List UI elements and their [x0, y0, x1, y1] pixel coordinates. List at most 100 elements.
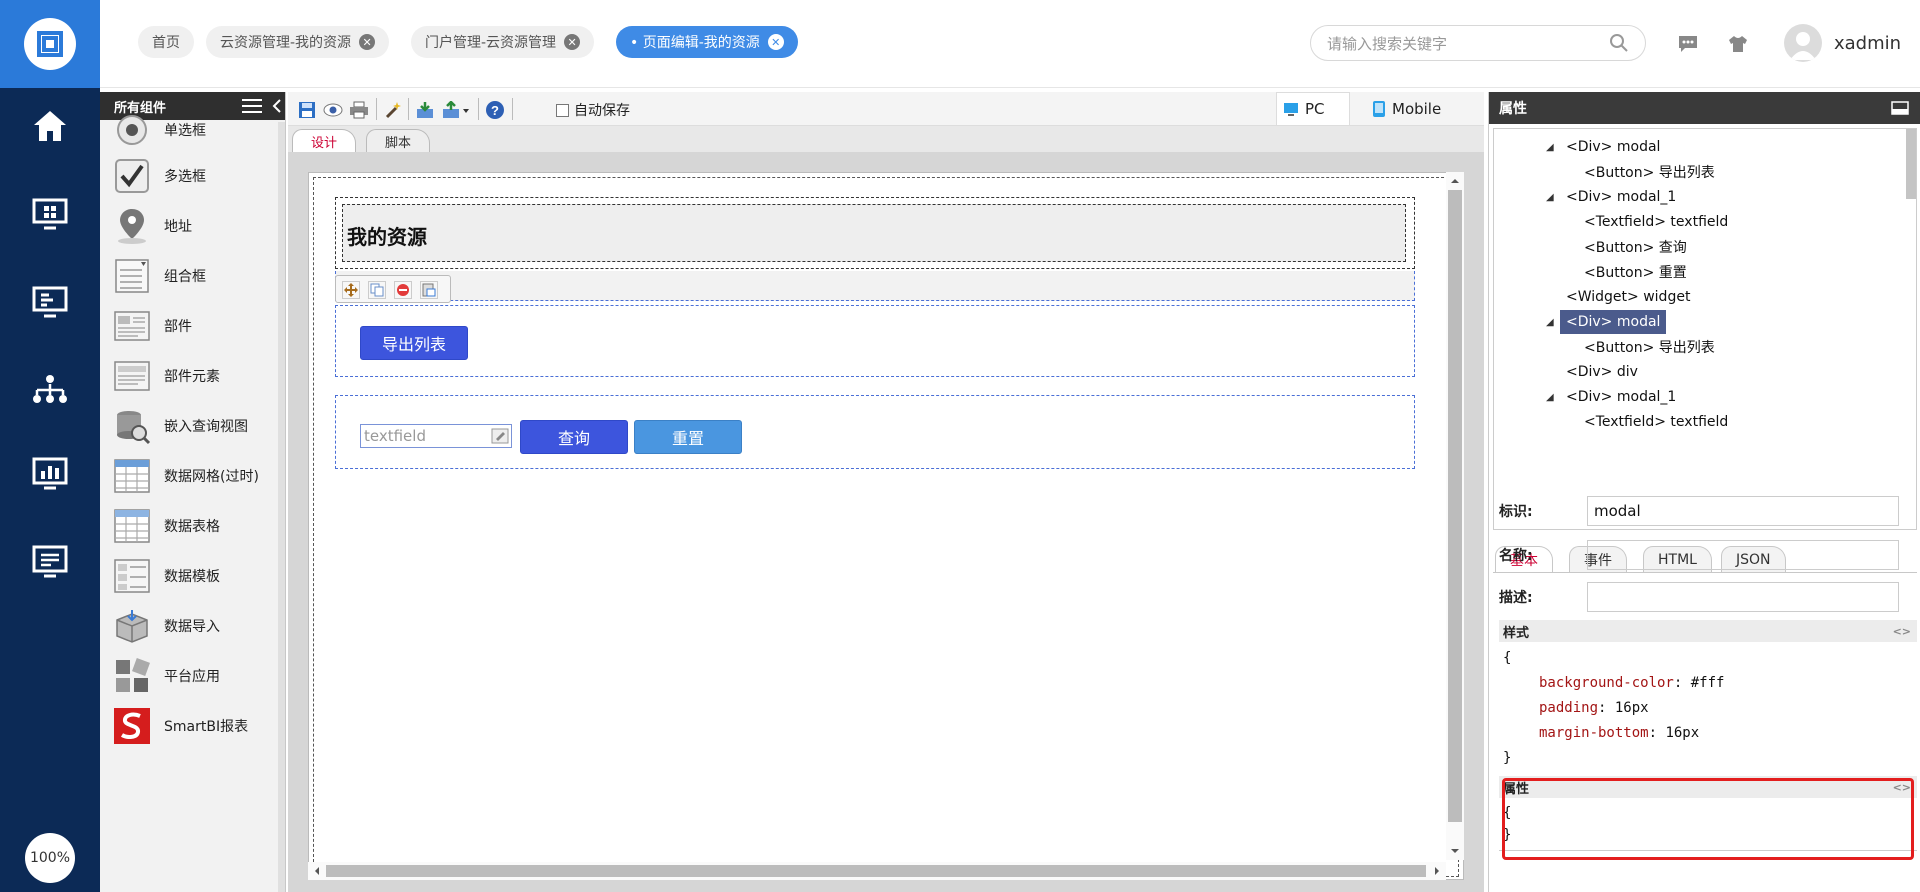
palette-item-data-template[interactable]: 数据模板 [112, 552, 282, 600]
canvas-vertical-scrollbar[interactable] [1446, 172, 1464, 860]
scroll-down-icon[interactable] [1446, 844, 1464, 858]
help-icon[interactable]: ? [484, 99, 506, 121]
scroll-right-icon[interactable] [1430, 862, 1444, 880]
copy-icon[interactable] [368, 281, 386, 299]
search-input[interactable]: 请输入搜索关键字 [1310, 25, 1646, 61]
field-name-row: 名称: [1499, 538, 1919, 572]
tab-page-edit[interactable]: • 页面编辑-我的资源 ✕ [616, 26, 798, 58]
tree-node-label: <Button> 重置 [1584, 265, 1687, 281]
css-value: #fff [1690, 675, 1725, 691]
app-logo[interactable] [0, 0, 100, 88]
scroll-up-icon[interactable] [1446, 174, 1464, 188]
modal-1-container[interactable]: textfield 查询 重置 [335, 395, 1415, 469]
palette-scrollbar[interactable] [278, 122, 285, 892]
move-icon[interactable] [342, 281, 360, 299]
expand-icon[interactable]: ◢ [1546, 392, 1554, 403]
tree-node[interactable]: <Button> 导出列表 [1584, 335, 1715, 359]
palette-item-query-view[interactable]: 嵌入查询视图 [112, 402, 282, 450]
dashboard-icon[interactable] [28, 192, 72, 236]
delete-icon[interactable] [394, 281, 412, 299]
palette-item-datagrid[interactable]: 数据网格(过时) [112, 452, 282, 500]
autosave-toggle[interactable]: 自动保存 [556, 100, 630, 120]
tree-node-selected[interactable]: ◢ <Div> modal [1546, 310, 1667, 334]
message-icon[interactable] [1676, 32, 1700, 56]
search-icon[interactable] [1609, 33, 1629, 53]
theme-icon[interactable] [1726, 32, 1750, 56]
field-id-input[interactable]: modal [1587, 496, 1899, 526]
tree-node[interactable]: <Textfield> textfield [1584, 410, 1728, 434]
autosave-checkbox[interactable] [556, 103, 569, 117]
horizontal-scroll-thumb[interactable] [326, 865, 1426, 877]
palette-item-smartbi[interactable]: SmartBI报表 [112, 702, 282, 750]
chart-icon[interactable] [28, 452, 72, 496]
tree-node[interactable]: <Widget> widget [1566, 285, 1690, 309]
print-icon[interactable] [348, 99, 370, 121]
widget-container[interactable] [335, 271, 1415, 301]
tree-node[interactable]: <Button> 重置 [1584, 260, 1687, 284]
tree-node[interactable]: <Button> 导出列表 [1584, 160, 1715, 184]
zoom-level[interactable]: 100% [25, 833, 75, 883]
textfield-input[interactable]: textfield [360, 424, 512, 448]
palette-item-checkbox[interactable]: 多选框 [112, 152, 282, 200]
tab-design[interactable]: 设计 [292, 129, 357, 152]
tab-script[interactable]: 脚本 [366, 129, 431, 152]
palette-item-radio[interactable]: 单选框 [112, 106, 282, 154]
canvas-horizontal-scrollbar[interactable] [308, 862, 1446, 880]
header-container[interactable]: 我的资源 [335, 197, 1415, 269]
field-id-label: 标识: [1499, 504, 1533, 520]
palette-item-data-import[interactable]: 数据导入 [112, 602, 282, 650]
tree-node-label: <Button> 导出列表 [1584, 165, 1715, 181]
wand-icon[interactable] [382, 99, 404, 121]
tab-cloud-resource[interactable]: 云资源管理-我的资源 ✕ [206, 26, 390, 58]
device-mobile-label: Mobile [1392, 100, 1442, 118]
field-desc-input[interactable] [1587, 582, 1899, 612]
palette-item-widget-element[interactable]: 部件元素 [112, 352, 282, 400]
palette-item-label: SmartBI报表 [164, 719, 249, 735]
save-icon[interactable] [296, 99, 318, 121]
header-inner[interactable]: 我的资源 [342, 204, 1406, 262]
home-icon[interactable] [28, 104, 72, 148]
expand-icon[interactable]: ◢ [1546, 317, 1554, 328]
tree-node[interactable]: <Button> 查询 [1584, 235, 1687, 259]
expand-icon[interactable]: ◢ [1546, 192, 1554, 203]
avatar[interactable] [1784, 24, 1822, 62]
modal-container[interactable]: 导出列表 [335, 305, 1415, 377]
vertical-scroll-thumb[interactable] [1448, 190, 1462, 822]
query-button[interactable]: 查询 [520, 420, 628, 454]
palette-item-datatable[interactable]: 数据表格 [112, 502, 282, 550]
export-icon[interactable] [440, 99, 472, 121]
close-icon[interactable]: ✕ [564, 34, 581, 50]
scroll-left-icon[interactable] [310, 862, 324, 880]
palette-item-address[interactable]: 地址 [112, 202, 282, 250]
tab-portal[interactable]: 门户管理-云资源管理 ✕ [411, 26, 595, 58]
tree-scroll-thumb[interactable] [1906, 129, 1916, 199]
export-list-button[interactable]: 导出列表 [360, 326, 468, 360]
tree-node[interactable]: ◢ <Div> modal_1 [1546, 185, 1676, 209]
screen-icon[interactable] [28, 280, 72, 324]
paste-icon[interactable] [420, 281, 438, 299]
field-name-input[interactable] [1587, 540, 1899, 570]
close-icon[interactable]: ✕ [767, 34, 784, 50]
page-title[interactable]: 我的资源 [347, 221, 427, 250]
maximize-icon[interactable] [1891, 101, 1909, 115]
device-mobile-tab[interactable]: Mobile [1372, 92, 1441, 126]
tab-home[interactable]: 首页 [138, 26, 194, 58]
monitor-icon[interactable] [28, 540, 72, 584]
tree-node[interactable]: ◢ <Div> modal [1546, 135, 1660, 159]
palette-item-combobox[interactable]: 组合框 [112, 252, 282, 300]
code-toggle-icon[interactable]: <> [1893, 625, 1911, 638]
org-icon[interactable] [28, 368, 72, 412]
import-icon[interactable] [414, 99, 436, 121]
tree-node[interactable]: <Textfield> textfield [1584, 210, 1728, 234]
device-pc-tab[interactable]: PC [1276, 92, 1350, 126]
expand-icon[interactable]: ◢ [1546, 142, 1554, 153]
close-icon[interactable]: ✕ [359, 34, 376, 50]
preview-icon[interactable] [322, 99, 344, 121]
reset-button[interactable]: 重置 [634, 420, 742, 454]
style-code-editor[interactable]: { background-color: #fff padding: 16px m… [1503, 646, 1724, 771]
username[interactable]: xadmin [1834, 33, 1901, 54]
palette-item-widget[interactable]: 部件 [112, 302, 282, 350]
palette-item-platform-app[interactable]: 平台应用 [112, 652, 282, 700]
tree-node[interactable]: ◢ <Div> modal_1 [1546, 385, 1676, 409]
tree-node[interactable]: <Div> div [1566, 360, 1638, 384]
